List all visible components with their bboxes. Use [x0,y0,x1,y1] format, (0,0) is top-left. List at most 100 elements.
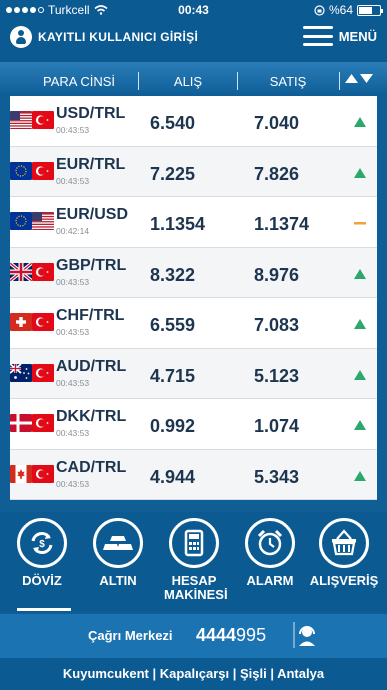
update-time: 00:42:14 [56,226,90,236]
column-separator [339,72,340,90]
status-right: %64 [314,3,383,17]
bottom-navigation: $ DÖVİZ ALTIN HESAP MAKİNESİ ALARM ALIŞV… [0,512,387,612]
shopping-basket-icon [319,518,369,568]
login-label: KAYITLI KULLANICI GİRİŞİ [38,30,199,44]
turkey-flag-icon [32,464,54,483]
currency-pair: CAD/TRL [56,458,127,476]
buy-price: 7.225 [150,163,196,184]
currency-pair: CHF/TRL [56,307,125,324]
rotation-lock-icon [314,4,325,16]
us-flag-icon [32,212,54,230]
active-tab-indicator [17,608,71,611]
hamburger-icon [302,26,333,46]
buy-price: 8.322 [150,264,196,285]
alarm-clock-icon [245,518,295,568]
column-sell: SATIŞ [269,74,307,89]
flag-pair [10,212,54,230]
rate-row-eur-trl[interactable]: EUR/TRL 00:43:53 7.225 7.826 [10,146,377,197]
swiss-flag-icon [10,313,32,331]
turkey-flag-icon [32,262,54,281]
sell-price: 1.1374 [254,214,310,234]
currency-pair: USD/TRL [56,105,126,122]
sell-price: 7.083 [254,315,300,335]
us-flag-icon [10,111,32,129]
rate-row-dkk-trl[interactable]: DKK/TRL 00:43:53 0.992 1.074 [10,399,377,450]
trend-up-icon [354,167,366,178]
buy-price: 4.944 [150,466,196,487]
call-center-bar[interactable]: Çağrı Merkezi 4444995 [0,614,387,658]
update-time: 00:43:53 [56,276,90,287]
update-time: 00:43:53 [56,478,90,489]
flag-pair [10,313,54,331]
rate-row-usd-trl[interactable]: USD/TRL 00:43:53 6.540 7.040 [10,96,377,147]
sell-price: 8.976 [254,264,300,285]
column-buy: ALIŞ [173,74,203,89]
user-icon [10,26,32,48]
trend-up-icon [354,369,366,380]
currency-pair: EUR/TRL [56,155,126,173]
branch-locations: Kuyumcukent | Kapalıçarşı | Şişli | Anta… [0,658,387,690]
battery-percent: %64 [328,3,353,17]
flag-pair [10,161,54,180]
sort-down-icon [360,74,373,83]
menu-label: MENÜ [338,28,377,44]
buy-price: 0.992 [150,416,196,436]
sell-price: 7.040 [254,113,300,133]
trend-up-icon [354,420,366,430]
rate-row-gbp-trl[interactable]: GBP/TRL 00:43:53 8.322 8.976 [10,247,377,298]
calculator-icon [169,518,219,568]
rate-row-cad-trl[interactable]: CAD/TRL 00:43:53 4.944 5.343 [10,449,377,500]
nav-label: ALARM [246,573,294,588]
trend-up-icon [354,117,366,127]
nav-doviz[interactable]: $ DÖVİZ [4,518,80,588]
rate-row-eur-usd[interactable]: EUR/USD 00:42:14 1.1354 1.1374 [10,197,377,248]
sort-toggle[interactable] [345,74,373,83]
buy-price: 6.540 [150,113,196,133]
currency-pair: EUR/USD [56,206,129,223]
flag-pair [10,363,54,382]
app-header: KAYITLI KULLANICI GİRİŞİ MENÜ [0,20,387,62]
turkey-flag-icon [32,414,54,432]
update-time: 00:43:53 [56,428,90,438]
update-time: 00:43:53 [56,377,90,388]
trend-up-icon [354,470,366,481]
rate-row-chf-trl[interactable]: CHF/TRL 00:43:53 6.559 7.083 [10,298,377,349]
menu-button[interactable]: MENÜ [302,26,377,46]
svg-text:$: $ [39,539,45,550]
rate-row-aud-trl[interactable]: AUD/TRL 00:43:53 4.715 5.123 [10,348,377,399]
flag-pair [10,111,54,129]
nav-label: HESAP MAKİNESİ [164,573,228,602]
rates-table-header: PARA CİNSİ ALIŞ SATIŞ [0,62,387,96]
update-time: 00:43:53 [56,125,90,135]
call-center-label: Çağrı Merkezi [88,628,173,643]
login-button[interactable]: KAYITLI KULLANICI GİRİŞİ [10,26,198,48]
trend-up-icon [354,319,366,329]
eu-flag-icon [10,212,32,230]
nav-label: ALTIN [99,573,137,588]
update-time: 00:43:53 [56,327,90,337]
trend-flat-icon [354,222,366,225]
turkey-flag-icon [32,363,54,382]
battery-icon [357,4,383,16]
nav-alisveris[interactable]: ALIŞVERİŞ [306,518,382,588]
canada-flag-icon [10,464,32,483]
nav-hesap-makinesi[interactable]: HESAP MAKİNESİ [156,518,232,602]
sell-price: 5.343 [254,466,300,487]
flag-pair [10,414,54,432]
column-currency: PARA CİNSİ [42,74,115,89]
gold-bars-icon [93,518,143,568]
column-separator [138,72,139,90]
nav-alarm[interactable]: ALARM [232,518,308,588]
buy-price: 1.1354 [150,214,206,234]
flag-pair [10,464,54,483]
nav-altin[interactable]: ALTIN [80,518,156,588]
trend-up-icon [354,268,366,279]
sort-up-icon [345,74,358,83]
nav-label: ALIŞVERİŞ [309,573,379,588]
buy-price: 6.559 [150,315,196,335]
turkey-flag-icon [32,161,54,180]
nav-label: DÖVİZ [22,573,62,588]
currency-pair: GBP/TRL [56,256,127,274]
sell-price: 7.826 [254,163,300,184]
currency-pair: DKK/TRL [56,408,127,425]
